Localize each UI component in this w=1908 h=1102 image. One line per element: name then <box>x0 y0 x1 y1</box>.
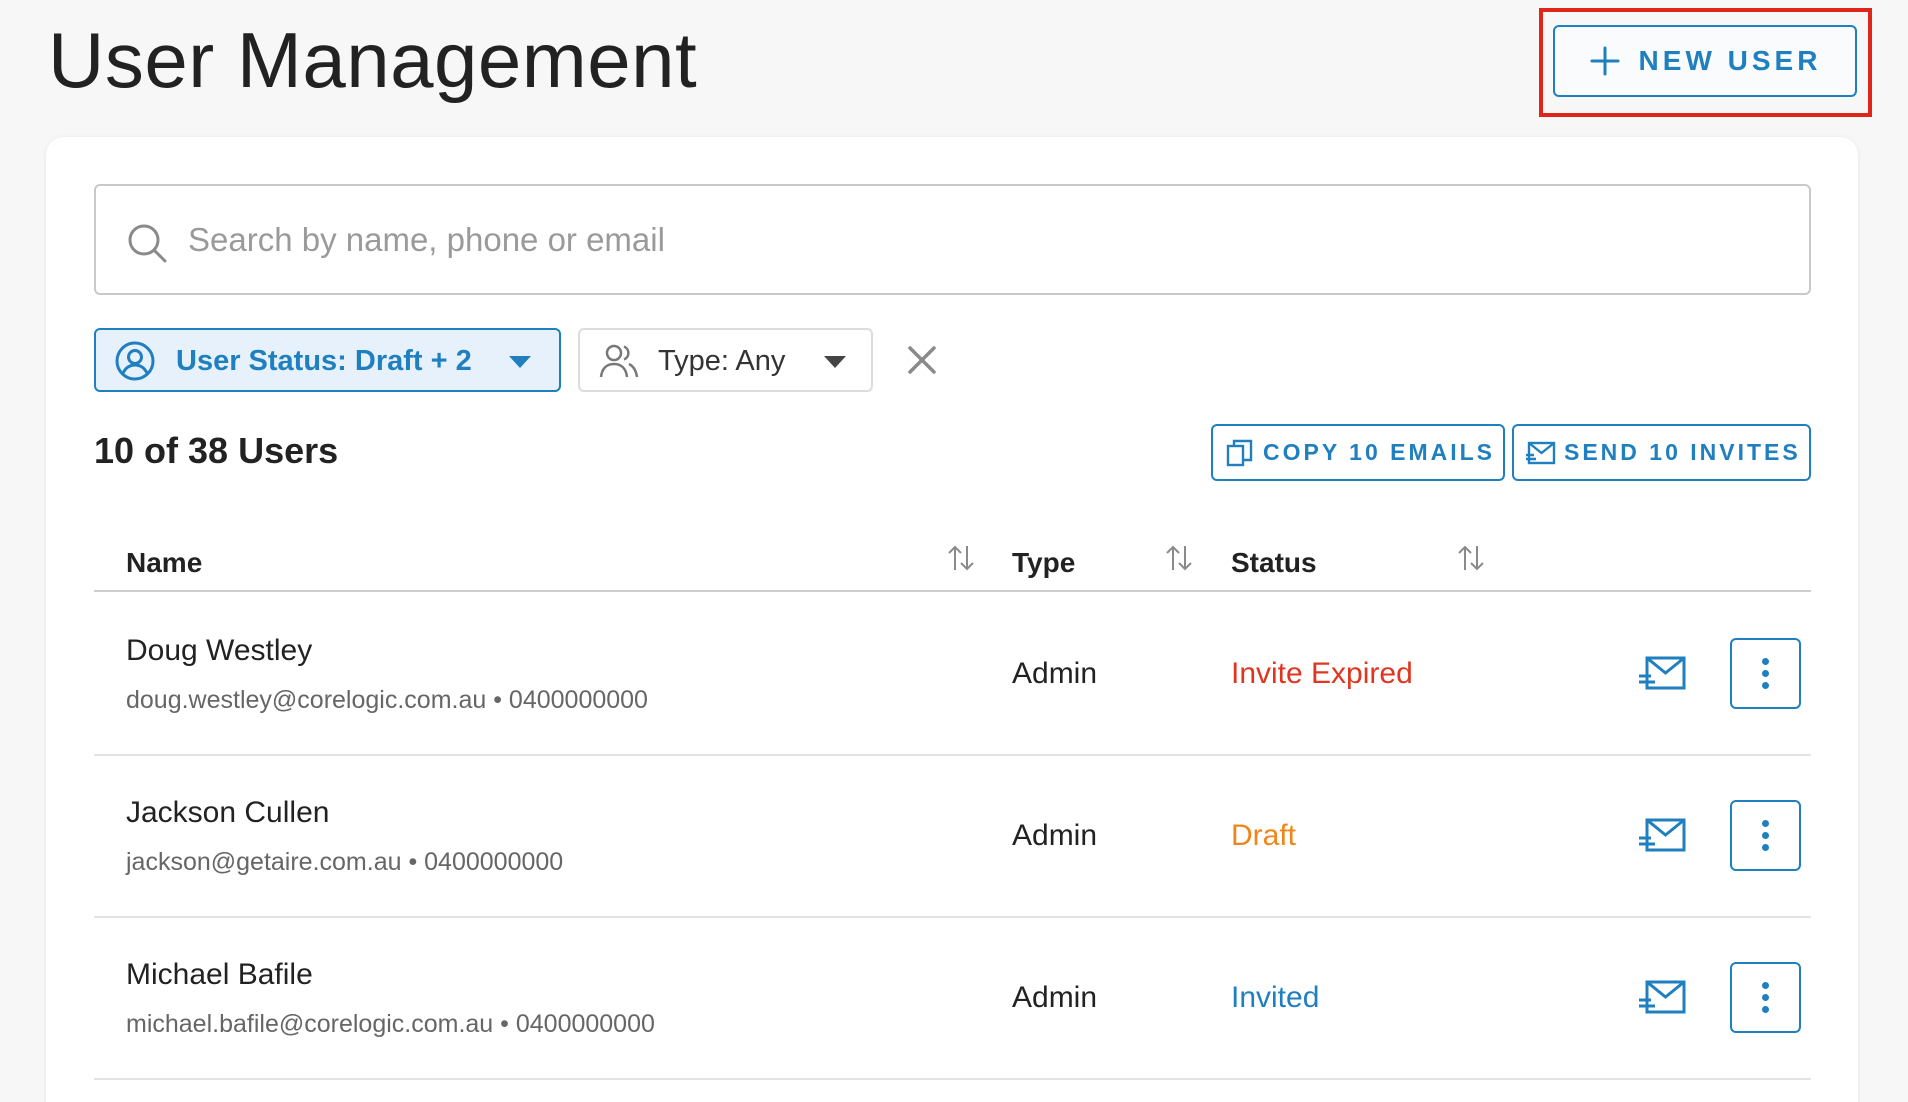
search-icon <box>128 224 167 263</box>
column-header-name: Name <box>126 547 203 578</box>
send-mail-icon[interactable] <box>1639 652 1687 696</box>
more-vertical-icon <box>1762 1006 1769 1013</box>
user-name: Doug Westley <box>126 634 313 667</box>
user-name: Jackson Cullen <box>126 796 330 829</box>
user-circle-icon <box>115 341 155 381</box>
sort-icon[interactable] <box>946 543 976 573</box>
user-contact: doug.westley@corelogic.com.au • 04000000… <box>126 686 648 714</box>
status-badge: Invited <box>1231 981 1320 1014</box>
more-vertical-icon <box>1762 982 1769 989</box>
search-box[interactable] <box>94 184 1811 295</box>
more-vertical-icon <box>1762 844 1769 851</box>
sort-icon[interactable] <box>1456 543 1486 573</box>
send-mail-icon <box>1526 441 1556 464</box>
send-invites-label: SEND 10 INVITES <box>1564 439 1801 465</box>
user-type: Admin <box>1012 981 1098 1014</box>
new-user-button[interactable]: NEW USER <box>1553 25 1857 97</box>
new-user-label: NEW USER <box>1638 45 1822 76</box>
user-name: Michael Bafile <box>126 958 313 991</box>
status-badge: Draft <box>1231 819 1297 852</box>
more-options-button[interactable] <box>1730 638 1801 709</box>
more-vertical-icon <box>1762 994 1769 1001</box>
plus-icon <box>1590 46 1620 76</box>
chevron-down-icon <box>824 356 846 368</box>
copy-emails-button[interactable]: COPY 10 EMAILS <box>1211 424 1505 481</box>
chevron-down-icon <box>509 356 531 368</box>
more-vertical-icon <box>1762 820 1769 827</box>
close-icon[interactable] <box>902 340 942 380</box>
more-vertical-icon <box>1762 832 1769 839</box>
table-header: Name Type Status <box>94 535 1811 592</box>
page-title: User Management <box>48 16 698 104</box>
more-options-button[interactable] <box>1730 962 1801 1033</box>
more-vertical-icon <box>1762 658 1769 665</box>
users-icon <box>599 344 639 378</box>
table-row[interactable]: Doug Westley doug.westley@corelogic.com.… <box>94 594 1811 756</box>
send-invites-button[interactable]: SEND 10 INVITES <box>1512 424 1811 481</box>
search-input[interactable] <box>188 186 1788 293</box>
user-count: 10 of 38 Users <box>94 430 339 471</box>
column-header-status: Status <box>1231 547 1317 578</box>
more-vertical-icon <box>1762 670 1769 677</box>
status-badge: Invite Expired <box>1231 657 1413 690</box>
users-card: User Status: Draft + 2 Type: Any 10 of 3… <box>46 137 1858 1102</box>
user-status-filter[interactable]: User Status: Draft + 2 <box>94 328 561 392</box>
user-status-filter-label: User Status: Draft + 2 <box>176 345 472 377</box>
sort-icon[interactable] <box>1164 543 1194 573</box>
copy-icon <box>1226 439 1253 466</box>
more-options-button[interactable] <box>1730 800 1801 871</box>
table-row[interactable]: Jackson Cullen jackson@getaire.com.au • … <box>94 756 1811 918</box>
table-row[interactable]: Michael Bafile michael.bafile@corelogic.… <box>94 918 1811 1080</box>
more-vertical-icon <box>1762 682 1769 689</box>
user-management-page: User Management NEW USER User Status: Dr… <box>0 0 1908 1102</box>
user-contact: jackson@getaire.com.au • 0400000000 <box>126 848 564 876</box>
send-mail-icon[interactable] <box>1639 976 1687 1020</box>
user-type: Admin <box>1012 819 1098 852</box>
user-contact: michael.bafile@corelogic.com.au • 040000… <box>126 1010 655 1038</box>
type-filter[interactable]: Type: Any <box>578 328 873 392</box>
send-mail-icon[interactable] <box>1639 814 1687 858</box>
type-filter-label: Type: Any <box>658 345 786 377</box>
user-type: Admin <box>1012 657 1098 690</box>
copy-emails-label: COPY 10 EMAILS <box>1263 439 1496 465</box>
column-header-type: Type <box>1012 547 1076 578</box>
